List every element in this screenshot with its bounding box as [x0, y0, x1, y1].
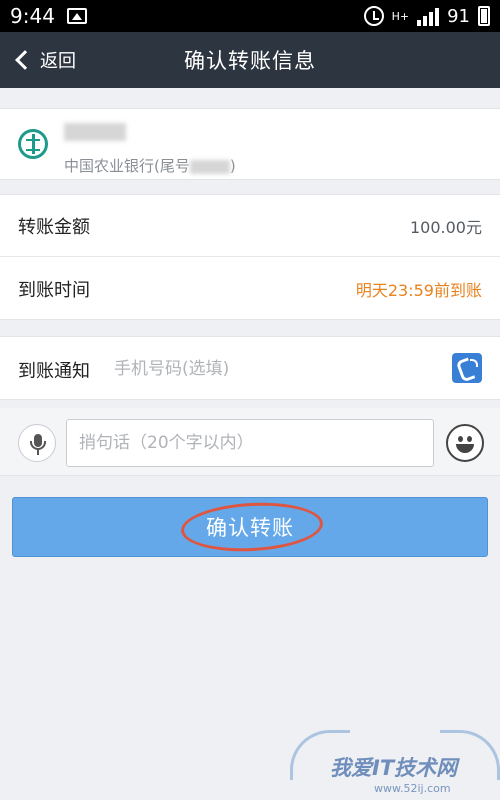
message-input[interactable]: [66, 419, 434, 467]
signal-icon: [417, 6, 440, 26]
network-type: H+: [391, 9, 410, 23]
status-right: H+ 91: [363, 5, 490, 27]
alarm-icon: [363, 6, 384, 26]
abc-bank-logo-icon: [18, 129, 48, 159]
amount-row: 转账金额 100.00元: [0, 195, 500, 257]
recipient-card: 中国农业银行(尾号): [0, 108, 500, 180]
emoji-smile-icon: [458, 436, 463, 442]
card-tail-blurred: [189, 159, 230, 174]
site-watermark: 我爱IT技术网 www.52ij.com: [290, 730, 500, 800]
amount-value: 100.00元: [410, 217, 482, 237]
image-notification-icon: [66, 8, 87, 24]
page-title: 确认转账信息: [184, 49, 316, 73]
watermark-url: www.52ij.com: [374, 782, 451, 795]
battery-icon: [478, 6, 490, 26]
arrival-time-row: 到账时间 明天23:59前到账: [0, 258, 500, 320]
status-bar: 9:44 H+ 91: [0, 0, 500, 32]
arrival-time-value: 明天23:59前到账: [355, 281, 482, 300]
arrival-notify-row: 到账通知: [0, 336, 500, 400]
confirm-transfer-button[interactable]: 确认转账: [12, 497, 488, 557]
watermark-text: 我爱IT技术网: [330, 756, 458, 780]
bank-name: 中国农业银行(尾号): [64, 155, 236, 176]
emoji-mouth: [456, 444, 474, 453]
bank-name-text: 中国农业银行(尾号: [64, 157, 190, 175]
voice-input-button[interactable]: [18, 424, 56, 462]
battery-level: 91: [447, 5, 470, 27]
back-label: 返回: [40, 51, 76, 72]
transfer-details: 转账金额 100.00元 到账时间 明天23:59前到账: [0, 194, 500, 320]
arrival-time-label: 到账时间: [18, 280, 90, 301]
microphone-stand: [30, 441, 46, 450]
message-bar: [0, 408, 500, 476]
recipient-name-blurred: [64, 123, 126, 141]
contacts-phone-icon[interactable]: [452, 353, 482, 383]
chevron-left-icon: [15, 50, 35, 70]
status-time: 9:44: [10, 4, 55, 28]
bank-name-suffix: ): [229, 157, 236, 175]
emoji-button[interactable]: [446, 424, 484, 462]
nav-bar: 返回 确认转账信息: [0, 32, 500, 88]
notify-label: 到账通知: [18, 361, 90, 382]
phone-number-input[interactable]: [114, 354, 434, 384]
amount-label: 转账金额: [18, 216, 90, 238]
emoji-eye: [467, 436, 472, 442]
microphone-base: [37, 450, 39, 455]
back-button[interactable]: 返回: [14, 32, 76, 88]
